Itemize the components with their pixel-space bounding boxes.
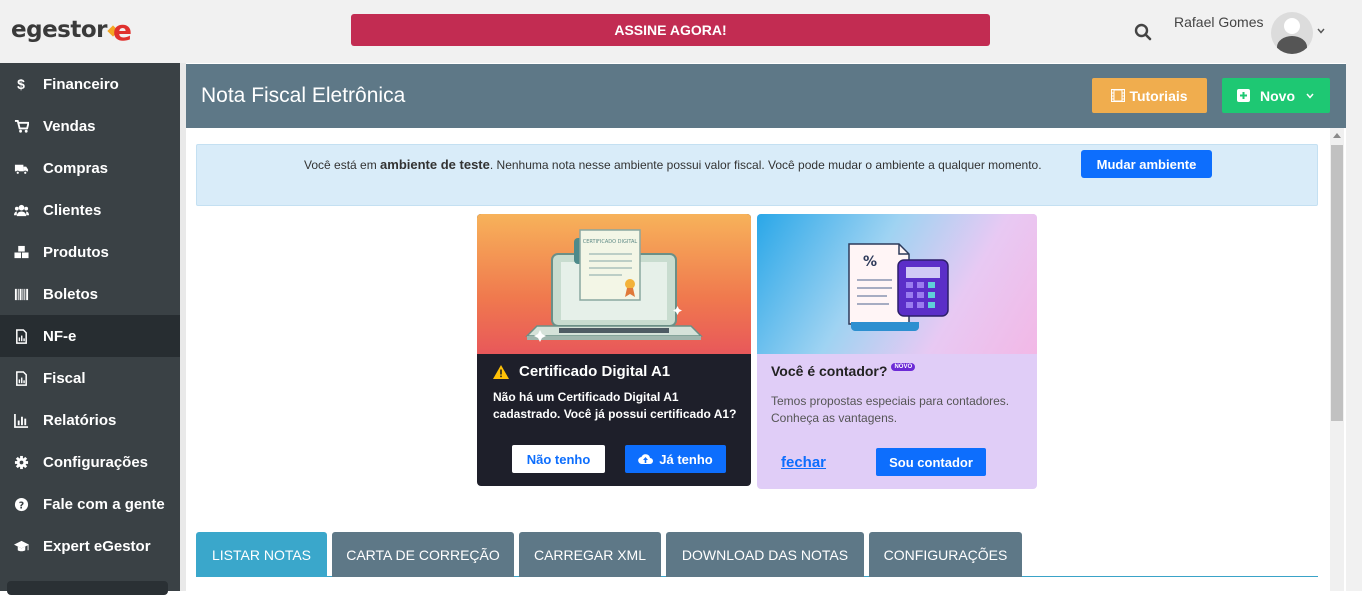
truck-icon xyxy=(13,160,29,176)
plus-square-icon xyxy=(1237,89,1250,102)
mudar-ambiente-button[interactable]: Mudar ambiente xyxy=(1081,150,1212,178)
tab-configuracoes[interactable]: CONFIGURAÇÕES xyxy=(869,532,1022,577)
tutoriais-button[interactable]: Tutoriais xyxy=(1092,78,1207,113)
sidebar-item-vendas[interactable]: Vendas xyxy=(0,105,180,147)
search-icon[interactable] xyxy=(1134,23,1152,41)
sidebar-item-label: Vendas xyxy=(43,117,96,135)
contador-card-title-text: Você é contador? xyxy=(771,363,888,379)
logo-text: egestor xyxy=(11,17,108,43)
sidebar-item-relatorios[interactable]: Relatórios xyxy=(0,399,180,441)
sidebar-item-expert-egestor[interactable]: Expert eGestor xyxy=(0,525,180,567)
alert-text-after: . Nenhuma nota nesse ambiente possui val… xyxy=(489,158,1042,172)
cart-icon xyxy=(13,118,29,134)
cert-card-title: Certificado Digital A1 xyxy=(493,363,670,380)
certificate-card: CERTIFICADO DIGITAL Certificado Digital … xyxy=(477,214,751,486)
sidebar-item-financeiro[interactable]: $ Financeiro xyxy=(0,63,180,105)
sidebar-item-label: Relatórios xyxy=(43,411,117,429)
tab-download-das-notas[interactable]: DOWNLOAD DAS NOTAS xyxy=(666,532,864,577)
sidebar-item-nfe[interactable]: NF-e xyxy=(0,315,180,357)
avatar[interactable] xyxy=(1271,12,1313,54)
egestor-logo[interactable]: egestor e xyxy=(11,14,143,47)
sidebar-item-label: Fale com a gente xyxy=(43,495,165,513)
scroll-up-arrow-icon[interactable] xyxy=(1333,133,1341,138)
alert-text-before: Você está em xyxy=(304,158,381,172)
ja-tenho-button[interactable]: Já tenho xyxy=(625,445,726,473)
tutoriais-label: Tutoriais xyxy=(1129,87,1188,104)
user-name[interactable]: Rafael Gomes xyxy=(1174,14,1263,30)
cert-card-title-text: Certificado Digital A1 xyxy=(519,363,671,380)
sidebar-item-configuracoes[interactable]: Configurações xyxy=(0,441,180,483)
bar-chart-icon xyxy=(13,412,29,428)
fechar-link[interactable]: fechar xyxy=(781,454,826,471)
sou-contador-button[interactable]: Sou contador xyxy=(876,448,986,476)
divider xyxy=(180,63,186,591)
document-icon xyxy=(13,328,29,344)
calculator-document-illustration: % xyxy=(757,214,1037,354)
page-title: Nota Fiscal Eletrônica xyxy=(201,84,406,107)
sidebar-item-label: NF-e xyxy=(43,327,77,345)
laptop-certificate-illustration: CERTIFICADO DIGITAL xyxy=(477,214,751,354)
top-bar: egestor e ASSINE AGORA! Rafael Gomes xyxy=(0,0,1362,63)
ja-tenho-label: Já tenho xyxy=(659,451,713,467)
test-environment-alert: Você está em ambiente de teste. Nenhuma … xyxy=(196,144,1318,206)
sidebar-item-label: Configurações xyxy=(43,453,149,471)
sidebar-item-clientes[interactable]: Clientes xyxy=(0,189,180,231)
sidebar-item-label: Produtos xyxy=(43,243,109,261)
sidebar-item-label: Financeiro xyxy=(43,75,119,93)
svg-text:?: ? xyxy=(18,500,23,511)
sidebar-item-produtos[interactable]: Produtos xyxy=(0,231,180,273)
sidebar-item-label: Clientes xyxy=(43,201,102,219)
scrollbar[interactable] xyxy=(1330,128,1344,591)
novo-label: Novo xyxy=(1260,87,1295,104)
nfe-tabs: LISTAR NOTAS CARTA DE CORREÇÃO CARREGAR … xyxy=(196,532,1318,577)
sidebar-item-label: Fiscal xyxy=(43,369,86,387)
tab-carta-de-correcao[interactable]: CARTA DE CORREÇÃO xyxy=(332,532,514,577)
sidebar-item-fiscal[interactable]: Fiscal xyxy=(0,357,180,399)
users-icon xyxy=(13,202,29,218)
nao-tenho-button[interactable]: Não tenho xyxy=(512,445,605,473)
warning-icon xyxy=(493,364,509,379)
cert-card-text: Não há um Certificado Digital A1 cadastr… xyxy=(493,390,737,421)
document-icon xyxy=(13,370,29,386)
sidebar-footer xyxy=(7,581,168,595)
sidebar-item-label: Compras xyxy=(43,159,109,177)
contador-card-text: Temos propostas especiais para contadore… xyxy=(771,394,1010,425)
alert-text-bold: ambiente de teste xyxy=(380,157,490,172)
contador-card: % Você é contador? NOVO Temos propostas … xyxy=(757,214,1037,489)
gear-icon xyxy=(13,454,29,470)
chevron-down-icon xyxy=(1306,93,1314,99)
sidebar: $ Financeiro Vendas Compras Clientes Pro… xyxy=(0,63,180,591)
novo-badge: NOVO xyxy=(891,363,916,371)
scrollbar-thumb[interactable] xyxy=(1331,145,1343,421)
page-header: Nota Fiscal Eletrônica Tutoriais Novo xyxy=(186,64,1346,128)
barcode-icon xyxy=(13,286,29,302)
contador-card-title: Você é contador? NOVO xyxy=(771,363,916,379)
dollar-icon: $ xyxy=(17,76,25,92)
tab-carregar-xml[interactable]: CARREGAR XML xyxy=(519,532,661,577)
sidebar-item-label: Expert eGestor xyxy=(43,537,151,555)
sidebar-item-label: Boletos xyxy=(43,285,99,303)
certificate-illustration-label: CERTIFICADO DIGITAL xyxy=(583,239,638,245)
graduation-cap-icon xyxy=(13,538,29,554)
cubes-icon xyxy=(13,244,29,260)
logo-mark-icon: e xyxy=(107,14,143,47)
sidebar-item-boletos[interactable]: Boletos xyxy=(0,273,180,315)
chevron-down-icon[interactable] xyxy=(1316,26,1326,36)
novo-button[interactable]: Novo xyxy=(1222,78,1330,113)
subscribe-button[interactable]: ASSINE AGORA! xyxy=(351,14,990,46)
svg-text:%: % xyxy=(863,254,877,270)
alert-text: Você está em ambiente de teste. Nenhuma … xyxy=(304,157,1042,172)
question-icon: ? xyxy=(13,496,29,512)
film-icon xyxy=(1111,89,1126,102)
tab-listar-notas[interactable]: LISTAR NOTAS xyxy=(196,532,327,577)
sidebar-item-compras[interactable]: Compras xyxy=(0,147,180,189)
window-edge xyxy=(1346,63,1362,591)
cloud-upload-icon xyxy=(638,454,654,465)
sidebar-item-fale-com-a-gente[interactable]: ? Fale com a gente xyxy=(0,483,180,525)
